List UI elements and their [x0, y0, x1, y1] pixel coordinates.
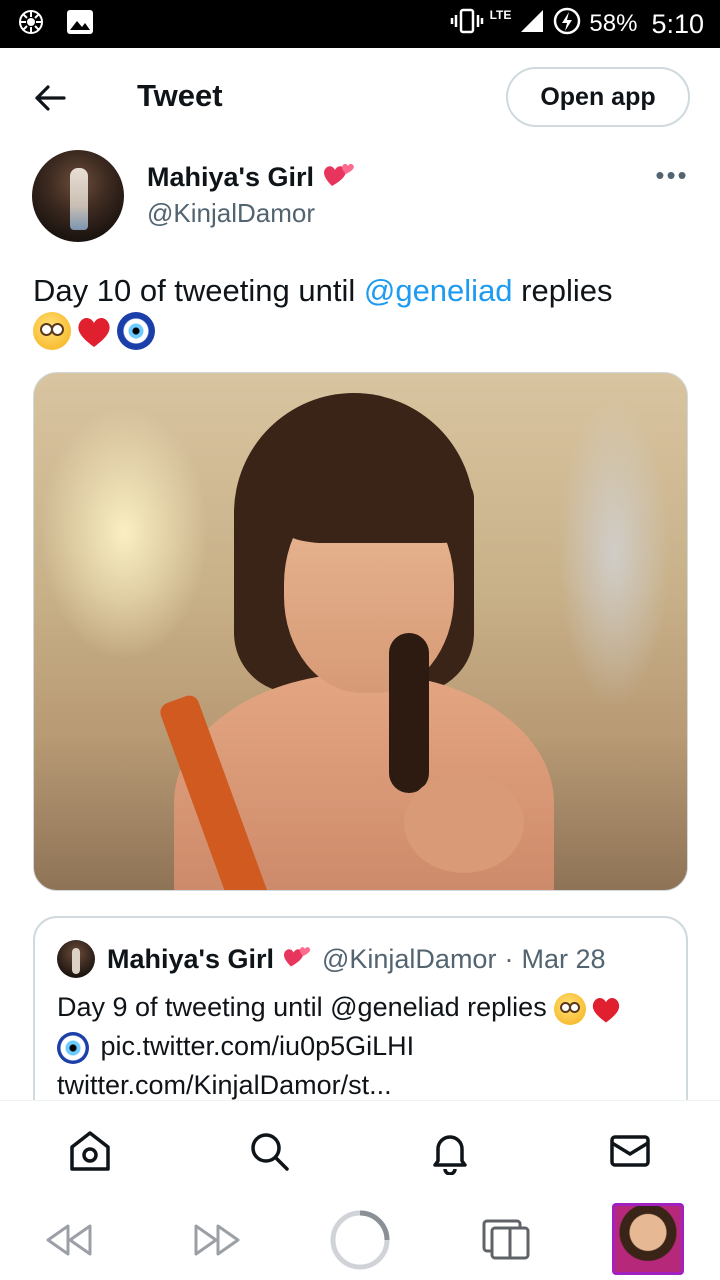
app-thumbnail[interactable] [612, 1203, 684, 1275]
loading-spinner-icon [330, 1210, 390, 1270]
rolling-eyes-emoji-icon [33, 311, 71, 350]
quoted-tweet-header: Mahiya's Girl @KinjalDamor · Mar 28 [57, 940, 606, 978]
tweet-text-end: replies [512, 273, 613, 308]
author-handle[interactable]: @KinjalDamor [147, 198, 315, 229]
page-title: Tweet [137, 78, 223, 113]
status-bar: LTE 58% 5:10 [0, 0, 720, 48]
two-hearts-icon [282, 942, 314, 977]
open-app-button[interactable]: Open app [506, 67, 690, 127]
envelope-icon [610, 1135, 650, 1167]
author-name: Mahiya's Girl [147, 162, 314, 192]
quoted-date: Mar 28 [521, 943, 606, 974]
quoted-author-handle: @KinjalDamor [321, 943, 497, 974]
fast-forward-icon [194, 1224, 240, 1256]
tweet-photo[interactable] [33, 372, 688, 891]
nav-search-button[interactable] [243, 1125, 295, 1177]
tweet-header: Tweet Open app [0, 48, 720, 148]
battery-percent: 58% [589, 10, 638, 37]
quoted-tweet-text: Day 9 of tweeting until @geneliad replie… [57, 988, 667, 1105]
home-icon [70, 1131, 110, 1171]
search-icon [251, 1133, 289, 1171]
avatar[interactable] [32, 150, 124, 242]
more-options-button[interactable]: ••• [652, 160, 692, 190]
notification-app-icon [18, 9, 44, 40]
rolling-eyes-emoji-icon [554, 992, 587, 1025]
bottom-navigation [0, 1100, 720, 1200]
network-type: LTE [489, 8, 512, 22]
quoted-text: Day 9 of tweeting until @geneliad replie… [57, 992, 547, 1022]
quoted-avatar [57, 940, 95, 978]
quoted-pic-link: pic.twitter.com/iu0p5GiLHI [100, 1031, 415, 1061]
tweet-text-start: Day 10 of tweeting until [33, 273, 364, 308]
clock: 5:10 [651, 8, 704, 39]
rewind-icon [46, 1224, 92, 1256]
back-button[interactable] [28, 76, 72, 120]
tweet-text: Day 10 of tweeting until @geneliad repli… [33, 272, 693, 350]
red-heart-emoji-icon [75, 312, 113, 350]
nav-home-button[interactable] [64, 1125, 116, 1177]
nav-messages-button[interactable] [604, 1125, 656, 1177]
browser-tabs-button[interactable] [474, 1208, 538, 1272]
browser-loading-button[interactable] [328, 1208, 392, 1272]
mention-link[interactable]: @geneliad [364, 273, 513, 308]
quoted-separator: · [504, 943, 514, 974]
tabs-icon [482, 1219, 530, 1260]
browser-forward-button[interactable] [184, 1208, 248, 1272]
bell-icon [433, 1135, 467, 1175]
vibrate-icon [450, 8, 484, 41]
nazar-amulet-emoji-icon [117, 311, 155, 350]
nav-notifications-button[interactable] [424, 1125, 476, 1177]
red-heart-emoji-icon [590, 993, 622, 1025]
signal-icon [519, 8, 545, 41]
browser-back-button[interactable] [38, 1208, 102, 1272]
quoted-url: twitter.com/KinjalDamor/st... [57, 1070, 392, 1100]
two-hearts-icon [322, 158, 358, 197]
image-notification-icon [66, 9, 94, 40]
battery-saver-icon [553, 7, 581, 42]
browser-toolbar [0, 1200, 720, 1280]
arrow-left-icon [35, 85, 66, 111]
nazar-amulet-emoji-icon [57, 1031, 89, 1064]
quoted-author-name: Mahiya's Girl [107, 943, 274, 974]
author-name-row[interactable]: Mahiya's Girl [147, 158, 358, 197]
